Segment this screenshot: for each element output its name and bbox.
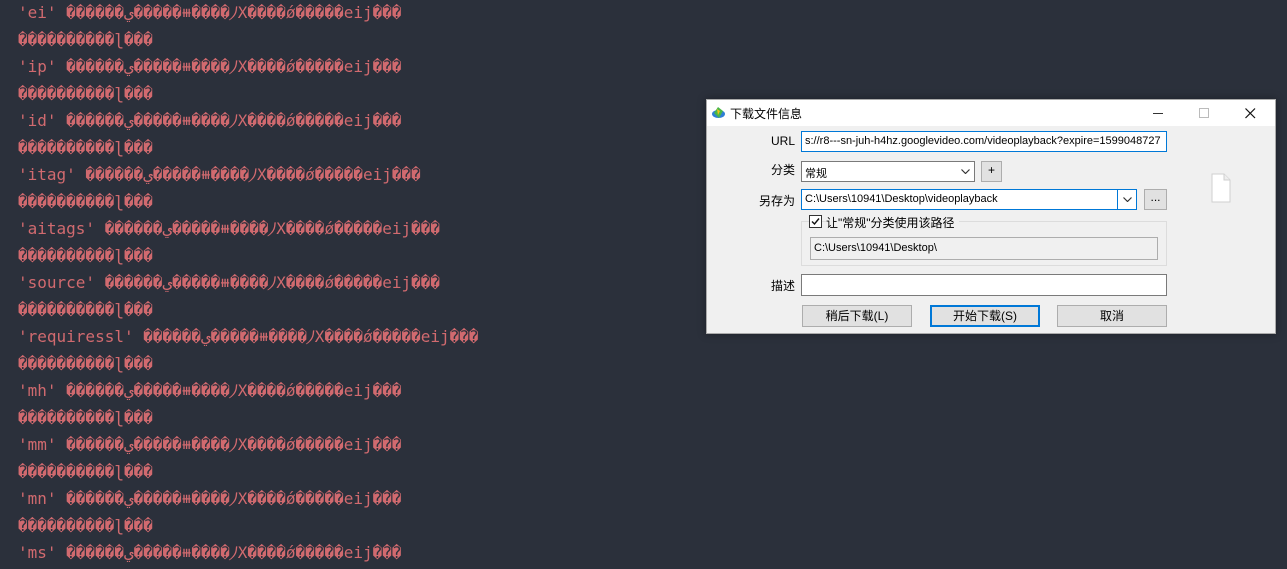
terminal-line: ����������ɭ���: [18, 462, 153, 481]
idm-app-icon: [711, 106, 726, 119]
terminal-line: 'itag' ������ي�����⧻����⵰X����ǿ�����eij�…: [18, 165, 421, 184]
checkmark-icon: [811, 218, 820, 226]
category-value: 常规: [805, 168, 827, 180]
terminal-line: 'ms' ������ي�����⧻����⵰X����ǿ�����eij���: [18, 543, 402, 562]
description-label: 描述: [770, 279, 795, 293]
terminal-line: ����������ɭ���: [18, 516, 153, 535]
description-field[interactable]: [801, 274, 1167, 296]
terminal-line: 'source' ������ي�����⧻����⵰X����ǿ�����ei…: [18, 273, 441, 292]
minimize-button[interactable]: [1136, 100, 1182, 126]
terminal-line: 'mh' ������ي�����⧻����⵰X����ǿ�����eij���: [18, 381, 402, 400]
terminal-line: 'aitags' ������ي�����⧻����⵰X����ǿ�����ei…: [18, 219, 441, 238]
category-select[interactable]: 常规: [801, 161, 975, 182]
terminal-line: 'mn' ������ي�����⧻����⵰X����ǿ�����eij���: [18, 489, 402, 508]
terminal-line: 'id' ������ي�����⧻����⵰X����ǿ�����eij���: [18, 111, 402, 130]
terminal-line: ����������ɭ���: [18, 138, 153, 157]
terminal-line: ����������ɭ���: [18, 246, 153, 265]
terminal-line: 'ip' ������ي�����⧻����⵰X����ǿ�����eij���: [18, 57, 402, 76]
terminal-line: ����������ɭ���: [18, 30, 153, 49]
add-category-button[interactable]: +: [981, 161, 1002, 182]
category-path-display: C:\Users\10941\Desktop\: [810, 237, 1158, 260]
file-icon: [1211, 173, 1231, 203]
url-label: URL: [770, 134, 795, 148]
cancel-button[interactable]: 取消: [1057, 305, 1167, 327]
save-as-path: C:\Users\10941\Desktop\videoplayback: [805, 193, 998, 205]
download-later-button[interactable]: 稍后下载(L): [802, 305, 912, 327]
chevron-down-icon: [956, 162, 974, 181]
terminal-line: ����������ɭ���: [18, 84, 153, 103]
close-button[interactable]: [1228, 100, 1274, 126]
remember-path-checkbox[interactable]: [809, 215, 822, 228]
browse-button[interactable]: ...: [1144, 189, 1167, 210]
maximize-button[interactable]: [1182, 100, 1228, 126]
terminal-line: ����������ɭ���: [18, 408, 153, 427]
terminal-line: 'ei' ������ي�����⧻����⵰X����ǿ�����eij���: [18, 3, 402, 22]
close-icon: [1245, 108, 1256, 119]
dialog-title: 下载文件信息: [730, 107, 803, 121]
chevron-down-icon[interactable]: [1117, 190, 1136, 209]
category-label: 分类: [770, 163, 795, 177]
title-bar: 下载文件信息: [707, 100, 1275, 126]
terminal-line: 'mm' ������ي�����⧻����⵰X����ǿ�����eij���: [18, 435, 402, 454]
save-as-combo[interactable]: C:\Users\10941\Desktop\videoplayback: [801, 189, 1137, 210]
terminal-line: 'requiressl' ������ي�����⧻����⵰X����ǿ���…: [18, 327, 479, 346]
url-field[interactable]: s://r8---sn-juh-h4hz.googlevideo.com/vid…: [801, 131, 1167, 152]
terminal-line: ����������ɭ���: [18, 192, 153, 211]
terminal-line: ����������ɭ���: [18, 300, 153, 319]
minimize-icon: [1153, 113, 1163, 114]
remember-path-label[interactable]: 让"常规"分类使用该路径: [826, 214, 959, 231]
terminal-line: ����������ɭ���: [18, 354, 153, 373]
save-as-label: 另存为: [758, 194, 795, 208]
start-download-button[interactable]: 开始下载(S): [930, 305, 1040, 327]
download-file-info-dialog: 下载文件信息 URL s://r8---sn-juh-h4hz.googlevi…: [706, 99, 1276, 334]
maximize-icon: [1199, 108, 1209, 118]
